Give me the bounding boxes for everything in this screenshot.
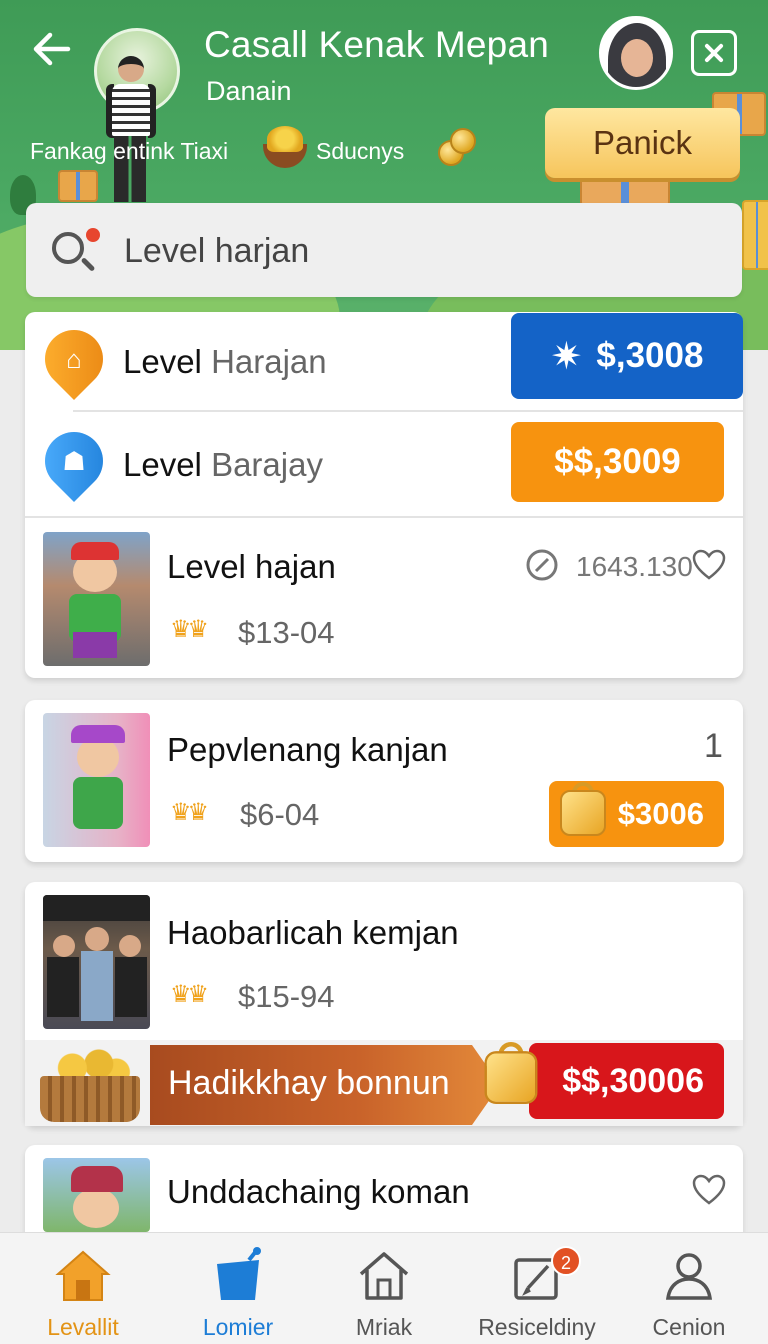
user-avatar[interactable] — [599, 16, 673, 90]
page-title: Casall Kenak Mepan — [204, 24, 550, 65]
location-pin-icon: ☗ — [32, 419, 116, 508]
heart-icon[interactable] — [692, 1174, 726, 1206]
divider — [73, 410, 743, 412]
header-info-secondary: Sducnys — [316, 138, 405, 164]
item-price: $15-94 — [238, 979, 335, 1014]
back-button[interactable] — [28, 24, 78, 74]
item-title[interactable]: Pepvlenang kanjan — [167, 731, 448, 769]
item-title[interactable]: Haobarlicah kemjan — [167, 914, 459, 952]
fruit-basket-icon — [40, 1044, 140, 1124]
item-title[interactable]: Level hajan — [167, 548, 336, 586]
panic-button[interactable]: Panick — [545, 108, 740, 178]
bonus-label: Hadikkhay bonnun — [168, 1064, 450, 1102]
item-count: 1 — [704, 727, 723, 765]
rating-icon: ♛♛ — [170, 616, 209, 643]
level-row-1[interactable]: Level Harajan — [123, 343, 327, 381]
level-price-button-1[interactable]: ✷ $,3008 — [511, 313, 743, 399]
gold-bag-icon — [560, 782, 606, 836]
notification-badge: 2 — [551, 1246, 581, 1276]
divider — [25, 516, 743, 518]
user-icon — [665, 1253, 713, 1300]
close-button[interactable] — [691, 30, 737, 76]
search-input[interactable]: Level harjan — [124, 232, 309, 271]
person-illustration — [100, 46, 160, 206]
home-icon — [55, 1250, 111, 1301]
heart-icon[interactable] — [692, 549, 726, 581]
gold-bag-icon — [484, 1041, 538, 1105]
location-pin-icon: ⌂ — [32, 317, 116, 406]
star-burst-icon: ✷ — [550, 335, 583, 378]
rating-icon: ♛♛ — [170, 981, 209, 1008]
level-row-2[interactable]: Level Barajay — [123, 446, 323, 484]
item-thumbnail[interactable] — [43, 713, 150, 847]
item-meta: 1643.130 — [576, 551, 693, 582]
level-price-button-2[interactable]: $$,3009 — [511, 422, 724, 502]
header-info-label: Fankag entink Tiaxi — [30, 138, 229, 164]
nav-item-cenion[interactable]: Cenion — [619, 1232, 759, 1344]
item-price: $13-04 — [238, 615, 335, 650]
gift-decoration — [742, 200, 768, 270]
shopping-bag-icon — [217, 1247, 261, 1300]
item-thumbnail[interactable] — [43, 895, 150, 1029]
clock-icon — [526, 549, 558, 581]
house-outline-icon — [359, 1252, 409, 1300]
search-icon — [52, 228, 100, 276]
page-subtitle: Danain — [206, 76, 292, 106]
gift-decoration — [58, 170, 98, 202]
item-title[interactable]: Unddachaing koman — [167, 1173, 470, 1211]
nav-item-lomier[interactable]: Lomier — [168, 1232, 308, 1344]
item-thumbnail[interactable] — [43, 532, 150, 666]
bonus-price-button[interactable]: $$,30006 — [529, 1043, 724, 1119]
item-thumbnail[interactable] — [43, 1158, 150, 1232]
nav-item-resiceldiny[interactable]: 2 Resiceldiny — [467, 1232, 607, 1344]
rating-icon: ♛♛ — [170, 799, 209, 826]
nav-item-mriak[interactable]: Mriak — [314, 1232, 454, 1344]
food-bowl-icon — [263, 124, 307, 170]
item-price: $6-04 — [240, 797, 320, 832]
nav-item-levallit[interactable]: Levallit — [13, 1232, 153, 1344]
coins-icon — [436, 128, 478, 170]
arrow-left-icon — [33, 32, 71, 66]
